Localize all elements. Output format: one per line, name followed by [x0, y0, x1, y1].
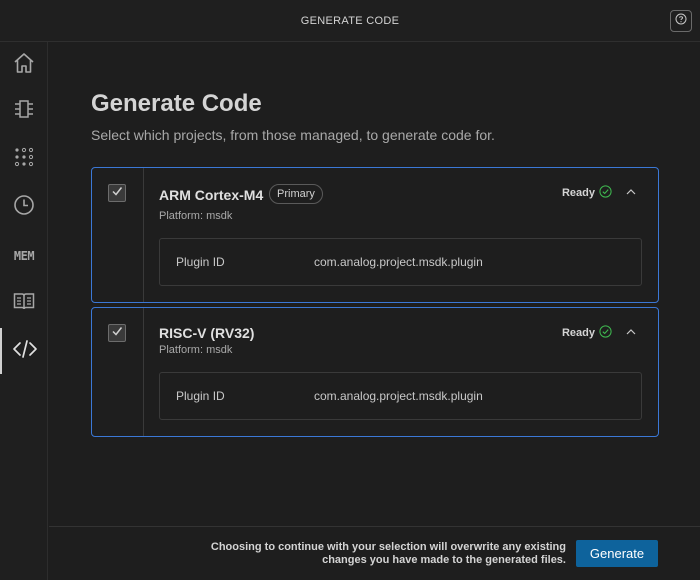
- plugin-id-value: com.analog.project.msdk.plugin: [314, 255, 483, 269]
- checkbox-column: [92, 168, 144, 302]
- title-bar: GENERATE CODE: [0, 0, 700, 42]
- activity-memory[interactable]: MEM: [0, 233, 48, 279]
- activity-peripherals[interactable]: [0, 88, 48, 134]
- chevron-up-icon: [625, 325, 637, 343]
- plugin-id-label: Plugin ID: [176, 389, 225, 403]
- app-window: GENERATE CODE MEM Generate Code Select w…: [0, 0, 700, 580]
- activity-docs[interactable]: [0, 280, 48, 326]
- activity-pin-config[interactable]: [0, 136, 48, 182]
- clock-icon: [12, 193, 36, 222]
- activity-home[interactable]: [0, 42, 48, 88]
- project-platform: Platform: msdk: [159, 344, 233, 356]
- memory-label: MEM: [13, 249, 35, 263]
- activity-generate-code[interactable]: [0, 328, 48, 374]
- plugin-info-box: Plugin ID com.analog.project.msdk.plugin: [159, 238, 642, 286]
- footer-bar: Choosing to continue with your selection…: [49, 526, 700, 580]
- collapse-toggle[interactable]: [624, 327, 638, 341]
- overwrite-warning: Choosing to continue with your selection…: [210, 541, 566, 566]
- project-name: RISC-V (RV32): [159, 325, 255, 341]
- project-name: ARM Cortex-M4: [159, 187, 264, 203]
- status-indicator: Ready: [562, 185, 612, 201]
- project-platform: Platform: msdk: [159, 210, 233, 222]
- plugin-id-value: com.analog.project.msdk.plugin: [314, 389, 483, 403]
- book-icon: [12, 289, 36, 318]
- page-title: Generate Code: [91, 90, 262, 117]
- plugin-id-label: Plugin ID: [176, 255, 225, 269]
- plugin-info-box: Plugin ID com.analog.project.msdk.plugin: [159, 372, 642, 420]
- project-card: RISC-V (RV32) Platform: msdk Ready Plugi…: [91, 307, 659, 437]
- chip-icon: [12, 97, 36, 126]
- project-card: ARM Cortex-M4 Primary Platform: msdk Rea…: [91, 167, 659, 303]
- status-text: Ready: [561, 327, 595, 339]
- activity-clock[interactable]: [0, 184, 48, 230]
- checkmark-icon: [111, 184, 123, 202]
- question-circle-icon: [675, 12, 687, 30]
- check-circle-icon: [599, 325, 612, 341]
- status-indicator: Ready: [562, 325, 612, 341]
- chevron-up-icon: [625, 185, 637, 203]
- status-text: Ready: [561, 187, 595, 199]
- primary-badge: Primary: [269, 184, 323, 204]
- window-title: GENERATE CODE: [300, 14, 400, 27]
- generate-button[interactable]: Generate: [576, 540, 658, 567]
- project-checkbox[interactable]: [108, 324, 126, 342]
- project-checkbox[interactable]: [108, 184, 126, 202]
- help-button[interactable]: [670, 10, 692, 32]
- code-icon: [12, 337, 38, 366]
- activity-bar: MEM: [0, 42, 48, 580]
- pin-grid-icon: [12, 145, 36, 174]
- page-subtitle: Select which projects, from those manage…: [91, 127, 495, 143]
- checkbox-column: [92, 308, 144, 436]
- checkmark-icon: [111, 324, 123, 342]
- main-panel: Generate Code Select which projects, fro…: [49, 43, 700, 526]
- collapse-toggle[interactable]: [624, 187, 638, 201]
- check-circle-icon: [599, 185, 612, 201]
- home-icon: [12, 51, 36, 80]
